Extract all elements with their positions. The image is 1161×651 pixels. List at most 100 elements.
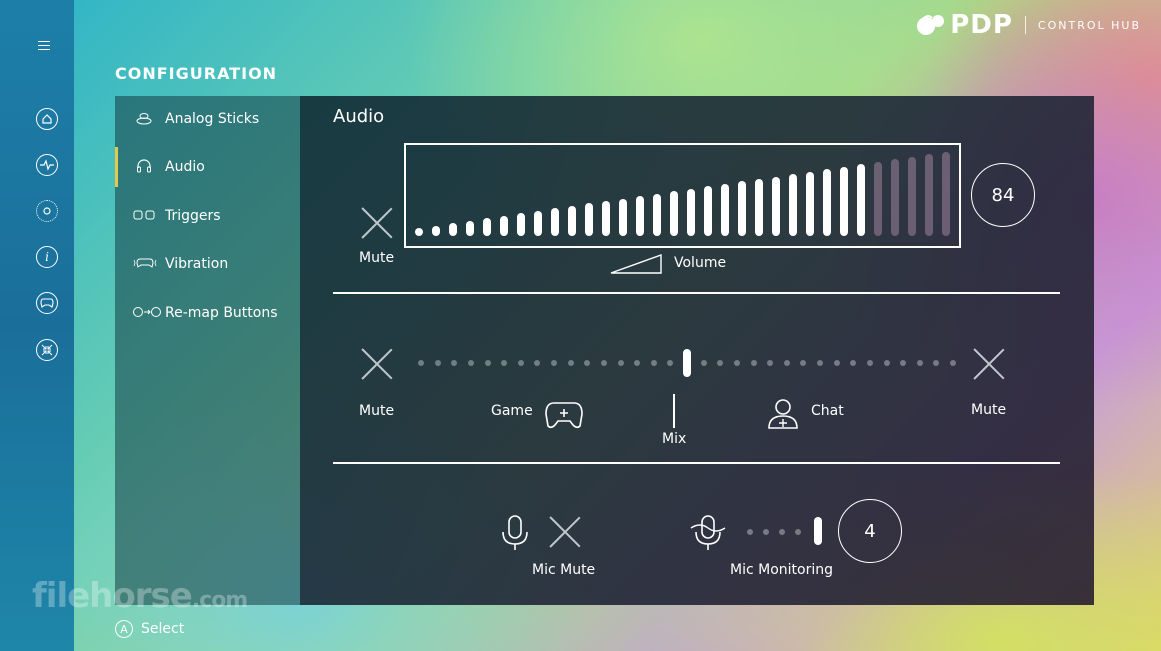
mic-mute-icon[interactable] [548,515,582,549]
mix-slider-knob[interactable] [683,349,691,377]
analog-stick-icon [133,111,155,128]
footer-select-label: Select [141,621,185,637]
mix-slider-dot [418,360,424,366]
mic-monitoring-dot [747,529,753,535]
remap-icon [133,306,161,321]
volume-bar [806,171,814,236]
volume-bar [466,220,474,236]
mix-slider-dot [467,360,474,366]
volume-bar [823,169,831,236]
volume-bar [551,208,559,236]
controller-icon[interactable] [36,292,58,314]
side-item-label: Audio [165,159,205,175]
home-icon[interactable] [36,108,58,130]
triggers-icon [133,209,155,224]
audio-settings: Audio Mute Volume 84 Mute Game Mix Chat … [300,96,1094,605]
brand-subtitle: CONTROL HUB [1037,18,1141,32]
info-icon[interactable]: i [36,246,58,268]
volume-bar [704,186,712,236]
mix-slider-dot [617,360,624,366]
game-mute-icon[interactable] [360,347,394,381]
mix-slider-dot [484,360,491,366]
left-nav-bar: i [0,0,74,651]
volume-bar [602,201,610,236]
volume-mute-icon[interactable] [360,206,394,240]
mix-slider-dot [717,360,724,366]
volume-bar [687,188,695,236]
mix-slider-dot [501,360,508,366]
volume-bar [925,154,933,236]
mic-monitoring-label: Mic Monitoring [730,562,833,578]
volume-bar [415,228,423,236]
volume-bar [585,203,593,236]
mix-center-mark [673,394,675,428]
volume-bar [432,225,440,236]
side-item-remap-buttons[interactable]: Re-map Buttons [115,293,300,333]
watermark-text: filehorse [32,576,193,616]
mic-monitoring-dot [779,529,785,535]
side-item-vibration[interactable]: Vibration [115,244,300,284]
mix-slider-dot [534,360,541,366]
volume-bar [891,159,899,236]
watermark-suffix: .com [191,588,248,613]
mix-slider-dot [916,360,923,366]
volume-bar [500,215,508,236]
volume-bar [653,193,661,236]
side-item-label: Triggers [165,208,221,224]
section-title: Audio [333,106,385,127]
headset-icon [133,158,155,177]
brand-name: PDP [950,10,1013,40]
volume-bar [942,152,950,236]
chat-mute-label: Mute [971,402,1007,418]
chat-mute-icon[interactable] [972,347,1006,381]
mix-slider-dot [800,360,807,366]
volume-bar [517,213,525,236]
page-title: CONFIGURATION [115,64,278,83]
volume-bar [721,183,729,236]
volume-bar [874,161,882,236]
side-item-analog-sticks[interactable]: Analog Sticks [115,99,300,139]
mix-slider-dot [650,360,657,366]
volume-meter[interactable] [404,143,961,248]
volume-mute-label: Mute [359,250,395,266]
mix-slider-dot [866,360,873,366]
brand-logo: PDP CONTROL HUB [916,10,1141,40]
volume-bar [568,205,576,236]
hamburger-menu-icon[interactable] [38,38,58,58]
logo-divider [1024,16,1026,34]
mic-monitoring-icon [690,515,726,550]
side-item-label: Analog Sticks [165,111,260,127]
mix-slider-dot [700,360,707,366]
mix-slider-dot [584,360,591,366]
chat-user-icon [768,399,798,429]
mix-slider-dot [434,360,441,366]
a-button-icon: A [115,620,133,638]
side-item-triggers[interactable]: Triggers [115,196,300,236]
mix-slider-dot [883,360,890,366]
volume-bar [738,181,746,236]
mix-slider-dot [667,360,674,366]
mix-slider-dot [933,360,940,366]
mic-monitoring-badge: 4 [838,499,902,563]
mix-slider-dot [900,360,907,366]
volume-label: Volume [674,255,727,271]
settings-gear-icon[interactable] [36,200,58,222]
game-controller-icon [545,402,583,429]
volume-bar [755,178,763,236]
mix-slider-dot [733,360,740,366]
collapse-icon[interactable] [36,339,58,361]
mic-monitoring-knob[interactable] [814,517,822,545]
mic-mute-label: Mic Mute [532,562,596,578]
side-item-audio[interactable]: Audio [115,147,300,187]
chat-label: Chat [811,403,844,419]
volume-value-badge: 84 [971,163,1035,227]
mix-slider-dot [567,360,574,366]
volume-bar [789,174,797,236]
mic-monitoring-dot [763,529,769,535]
configuration-panel: Analog Sticks Audio Triggers Vibration R… [115,96,1094,605]
mix-slider-dot [750,360,757,366]
volume-bar [619,198,627,236]
mic-monitoring-dot [795,529,801,535]
section-divider [333,292,1060,294]
activity-icon[interactable] [36,154,58,176]
